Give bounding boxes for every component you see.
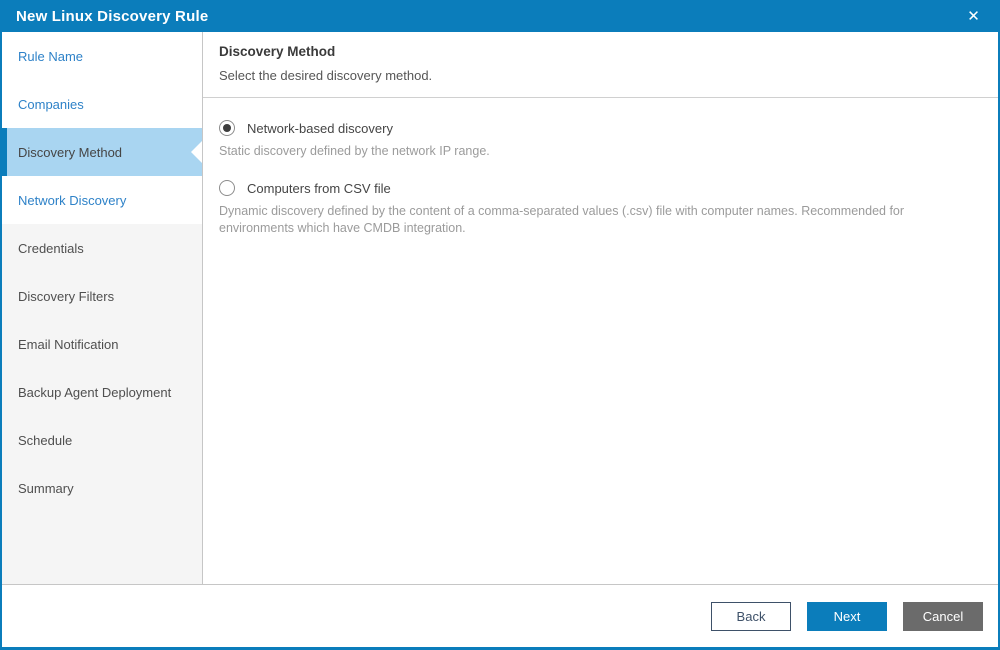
sidebar-item-rule-name[interactable]: Rule Name — [2, 32, 202, 80]
sidebar-item-discovery-method[interactable]: Discovery Method — [2, 128, 202, 176]
radio-icon[interactable] — [219, 120, 235, 136]
page-subtitle: Select the desired discovery method. — [219, 68, 433, 83]
sidebar-item-schedule: Schedule — [2, 416, 202, 464]
close-icon[interactable]: ✕ — [963, 7, 984, 26]
cancel-button[interactable]: Cancel — [903, 601, 983, 631]
sidebar-item-backup-agent-deployment: Backup Agent Deployment — [2, 368, 202, 416]
back-button[interactable]: Back — [711, 601, 791, 631]
dialog-titlebar: New Linux Discovery Rule ✕ — [2, 0, 998, 32]
option-description: Static discovery defined by the network … — [219, 144, 490, 158]
sidebar-item-discovery-filters: Discovery Filters — [2, 272, 202, 320]
option-computers-from-csv: Computers from CSV file Dynamic discover… — [219, 180, 982, 237]
dialog-body: Rule Name Companies Discovery Method Net… — [2, 32, 998, 585]
option-network-based-discovery: Network-based discovery Static discovery… — [219, 120, 982, 160]
wizard-steps-sidebar: Rule Name Companies Discovery Method Net… — [2, 32, 203, 584]
radio-label[interactable]: Network-based discovery — [247, 121, 393, 136]
sidebar-item-credentials: Credentials — [2, 224, 202, 272]
network-based-discovery-radio[interactable]: Network-based discovery — [219, 120, 982, 136]
sidebar-item-network-discovery[interactable]: Network Discovery — [2, 176, 202, 224]
step-header: Discovery Method Select the desired disc… — [203, 32, 998, 97]
radio-label[interactable]: Computers from CSV file — [247, 181, 391, 196]
radio-dot — [223, 124, 231, 132]
new-linux-discovery-rule-dialog: New Linux Discovery Rule ✕ Rule Name Com… — [0, 0, 1000, 650]
radio-icon[interactable] — [219, 180, 235, 196]
option-description: Dynamic discovery defined by the content… — [219, 204, 905, 235]
computers-from-csv-radio[interactable]: Computers from CSV file — [219, 180, 982, 196]
active-step-notch — [191, 141, 202, 163]
step-content: Discovery Method Select the desired disc… — [203, 32, 998, 584]
page-title: Discovery Method — [219, 44, 336, 59]
sidebar-item-email-notification: Email Notification — [2, 320, 202, 368]
sidebar-item-companies[interactable]: Companies — [2, 80, 202, 128]
discovery-method-options: Network-based discovery Static discovery… — [203, 98, 998, 257]
sidebar-item-summary: Summary — [2, 464, 202, 512]
sidebar-filler — [2, 512, 202, 584]
dialog-title: New Linux Discovery Rule — [16, 7, 209, 25]
next-button[interactable]: Next — [807, 601, 887, 631]
dialog-footer: Back Next Cancel — [2, 585, 998, 647]
